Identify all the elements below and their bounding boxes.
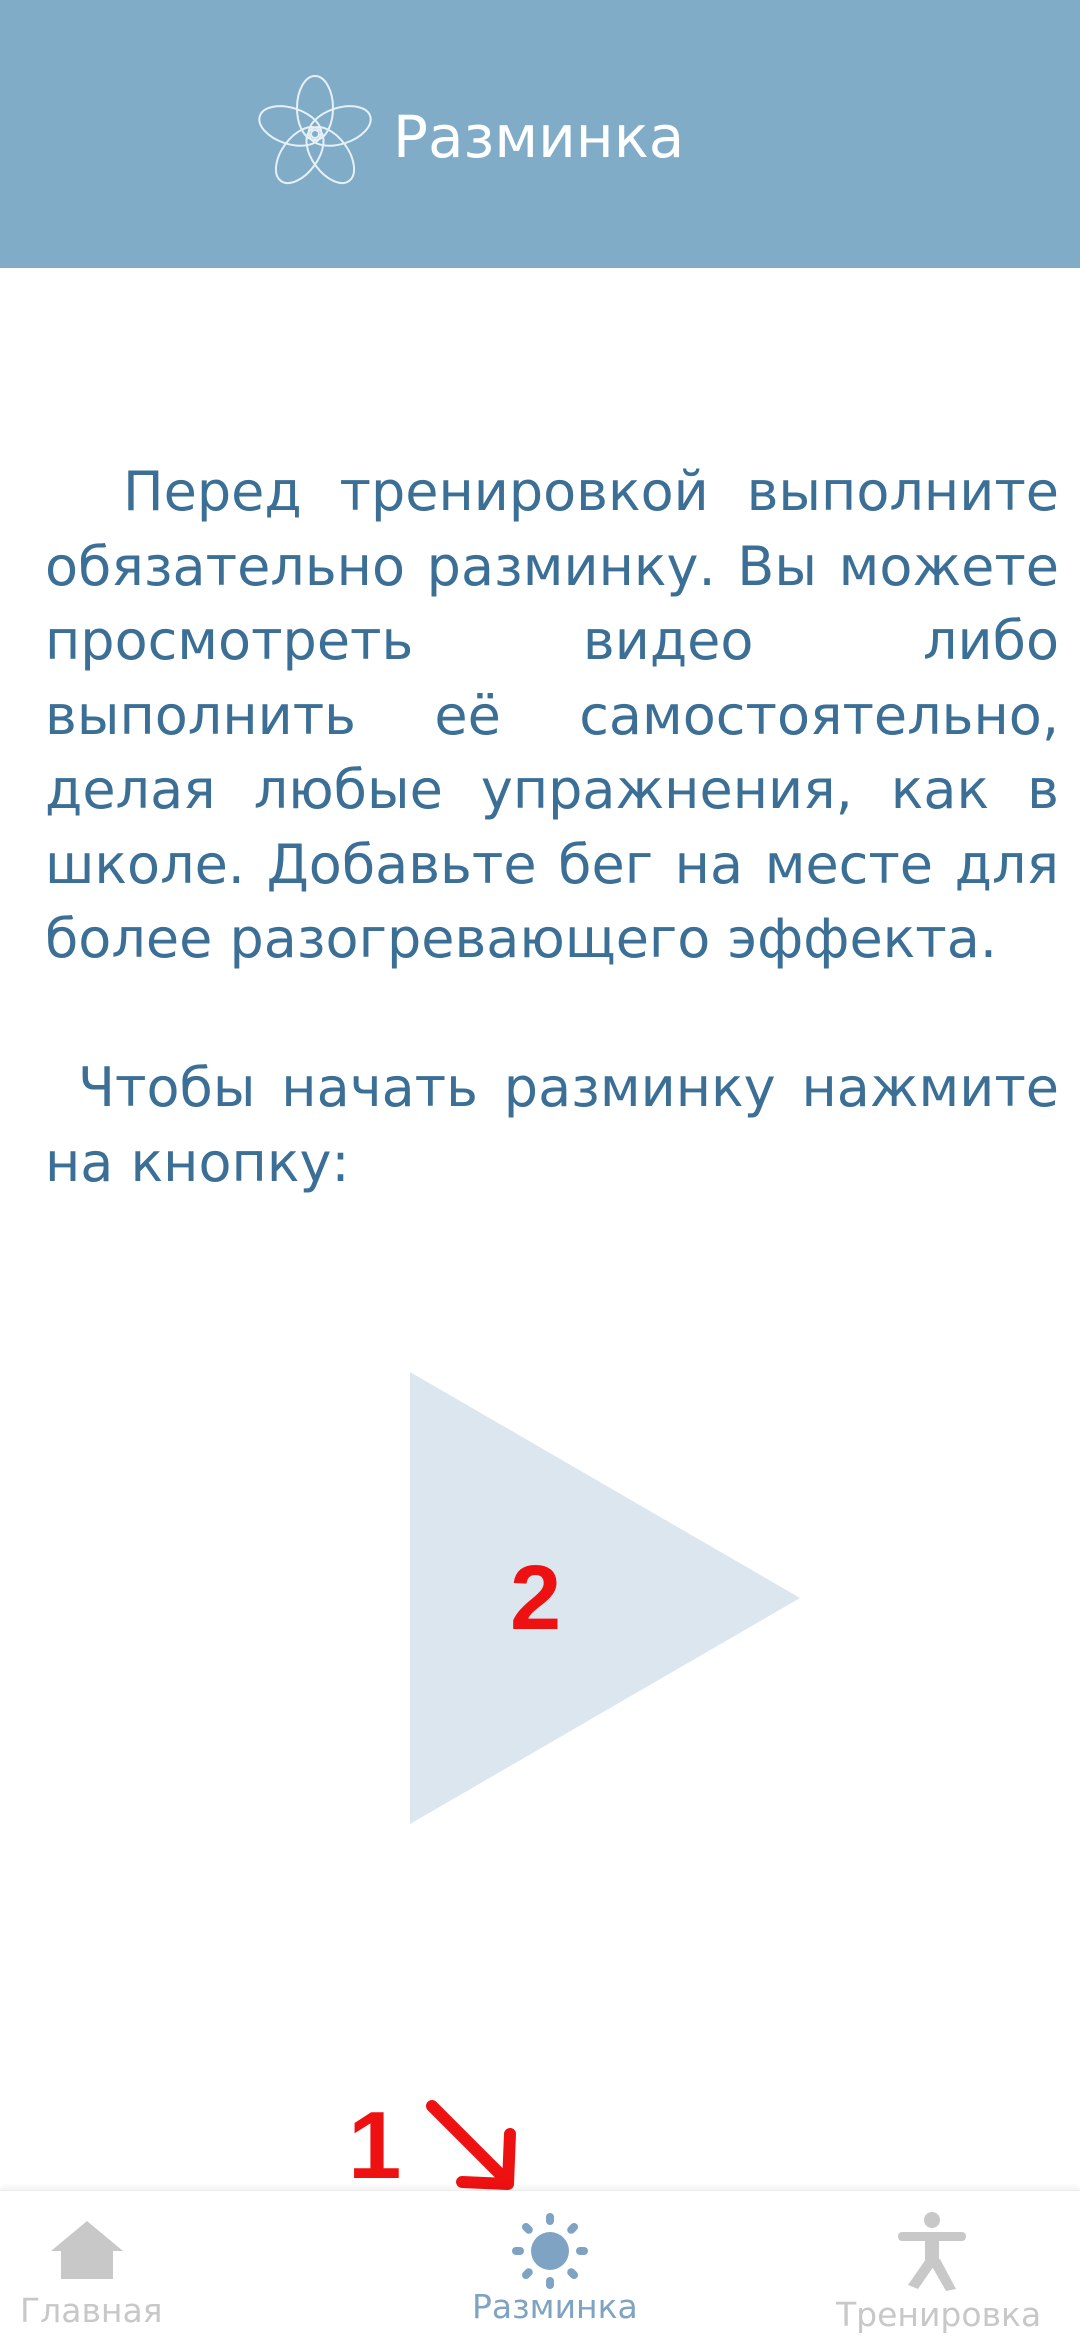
nav-item-warmup[interactable]: Разминка xyxy=(440,2191,660,2341)
warmup-instructions: Перед тренировкой выполните обязательно … xyxy=(45,455,1059,1200)
sun-icon xyxy=(512,2213,588,2289)
play-button[interactable] xyxy=(410,1372,800,1824)
bottom-navigation: Главная Разминка Тренировка xyxy=(0,2190,1080,2341)
annotation-arrow-icon xyxy=(426,2100,516,2190)
instruction-paragraph: Перед тренировкой выполните обязательно … xyxy=(45,460,1059,970)
start-prompt-paragraph: Чтобы начать разминку нажмите на кнопку: xyxy=(45,1056,1059,1194)
annotation-marker-1: 1 xyxy=(348,2092,402,2199)
annotation-marker-2: 2 xyxy=(510,1547,562,1649)
home-icon xyxy=(51,2221,123,2279)
page-title: Разминка xyxy=(393,103,685,171)
nav-item-home[interactable]: Главная xyxy=(0,2191,200,2341)
exercise-figure-icon xyxy=(898,2212,966,2291)
nav-item-label: Тренировка xyxy=(836,2295,1042,2334)
app-header: Разминка xyxy=(0,0,1080,268)
nav-item-label: Главная xyxy=(20,2291,163,2330)
flower-logo-icon xyxy=(258,75,372,185)
nav-item-label: Разминка xyxy=(472,2287,638,2326)
play-icon[interactable] xyxy=(410,1372,800,1824)
nav-item-training[interactable]: Тренировка xyxy=(820,2191,1080,2341)
